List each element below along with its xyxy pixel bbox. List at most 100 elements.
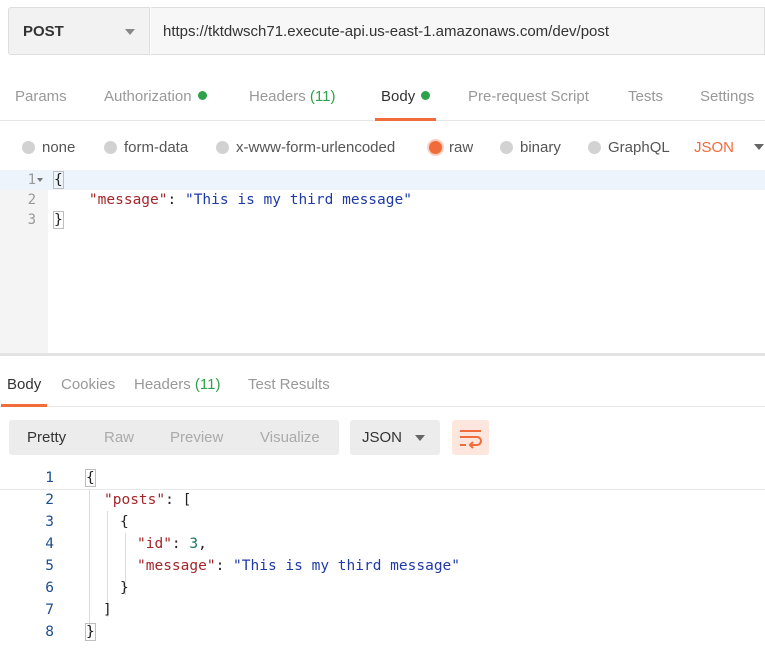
wrap-lines-icon (460, 430, 482, 449)
tab-prerequest-script[interactable]: Pre-request Script (468, 70, 589, 120)
tab-headers-label: Headers (249, 88, 306, 105)
json-key: "message" (88, 192, 168, 208)
response-tab-headers-label: Headers (134, 376, 191, 393)
response-line: 2 "posts": [ (0, 489, 765, 511)
radio-raw[interactable]: raw (429, 130, 473, 164)
tab-params[interactable]: Params (15, 70, 67, 120)
response-line: 1 { (0, 467, 765, 490)
json-comma: , (198, 536, 207, 552)
json-number: 3 (189, 536, 199, 552)
radio-binary-label: binary (520, 138, 561, 156)
brace: } (53, 211, 64, 229)
radio-raw-label: raw (449, 138, 474, 156)
json-string: "This is my third message" (184, 192, 412, 208)
response-format-label: JSON (362, 429, 403, 446)
radio-circle-icon (104, 140, 117, 154)
response-format-select[interactable]: JSON (350, 420, 440, 455)
radio-circle-icon (588, 140, 601, 154)
response-tab-cookies[interactable]: Cookies (61, 368, 115, 406)
fold-arrow-icon[interactable] (37, 178, 43, 182)
code-line: } (120, 580, 129, 596)
response-tab-body[interactable]: Body (0, 368, 48, 407)
tab-settings[interactable]: Settings (700, 70, 754, 120)
view-visualize-button[interactable]: Visualize (260, 420, 320, 455)
url-input[interactable]: https://tktdwsch71.execute-api.us-east-1… (151, 7, 765, 55)
response-tab-test-results[interactable]: Test Results (248, 368, 330, 406)
code-line: "message": "This is my third message" (54, 190, 412, 210)
code-line: } (85, 621, 96, 643)
json-colon: : (171, 536, 190, 552)
editor-line: 2 "message": "This is my third message" (0, 190, 765, 210)
response-line: 3 { (0, 511, 765, 533)
line-number: 1 (45, 470, 54, 486)
code-line: { (85, 467, 96, 489)
response-line: 5 "message": "This is my third message" (0, 555, 765, 577)
response-tab-cookies-label: Cookies (61, 376, 116, 393)
radio-circle-icon (500, 140, 513, 154)
radio-none-label: none (42, 138, 76, 156)
tab-body-label: Body (381, 88, 416, 105)
code-line: "message": "This is my third message" (137, 555, 460, 577)
line-number: 8 (45, 624, 54, 640)
request-tabs: Params Authorization Headers (11) Body P… (0, 70, 765, 121)
line-number: 4 (45, 536, 54, 552)
radio-urlencoded-label: x-www-form-urlencoded (236, 138, 396, 156)
line-number: 6 (45, 580, 54, 596)
body-format-select[interactable]: JSON (694, 130, 765, 164)
code-line: ] (103, 602, 112, 618)
radio-urlencoded[interactable]: x-www-form-urlencoded (216, 130, 395, 164)
radio-graphql[interactable]: GraphQL (588, 130, 670, 164)
json-colon: : (215, 558, 234, 574)
radio-circle-icon (22, 140, 35, 154)
radio-binary[interactable]: binary (500, 130, 561, 164)
json-key: "id" (137, 536, 172, 552)
line-number: 1 (27, 172, 36, 188)
tab-tests[interactable]: Tests (628, 70, 663, 120)
tab-headers[interactable]: Headers (11) (249, 70, 335, 120)
radio-circle-icon (216, 140, 229, 154)
line-number: 7 (45, 602, 54, 618)
body-format-label: JSON (694, 138, 735, 156)
view-pretty-button[interactable]: Pretty (27, 420, 66, 455)
line-number: 3 (45, 514, 54, 530)
brace: { (85, 469, 96, 487)
response-line: 7 ] (0, 599, 765, 621)
code-line: { (53, 170, 64, 190)
response-tab-test-results-label: Test Results (248, 376, 330, 393)
code-line: } (53, 210, 64, 230)
tab-settings-label: Settings (700, 88, 755, 105)
code-line: "posts": [ (104, 489, 191, 511)
wrap-lines-button[interactable] (452, 420, 489, 455)
response-body-viewer[interactable]: 1 { 2 "posts": [ 3 { 4 "id": 3, 5 "messa… (0, 467, 765, 657)
tab-body[interactable]: Body (374, 70, 437, 121)
response-tab-body-label: Body (7, 376, 42, 393)
json-key: "message" (137, 558, 216, 574)
radio-selected-icon (429, 140, 442, 154)
method-select[interactable]: POST (8, 7, 150, 55)
line-number: 3 (27, 212, 36, 228)
radio-graphql-label: GraphQL (608, 138, 670, 156)
response-tabs: Body Cookies Headers (11) Test Results (0, 368, 765, 407)
response-line: 8 } (0, 621, 765, 643)
view-raw-button[interactable]: Raw (104, 420, 134, 455)
line-number: 5 (45, 558, 54, 574)
chevron-down-icon (415, 435, 425, 441)
editor-line: 3 } (0, 210, 765, 230)
status-dot-icon (421, 91, 431, 100)
radio-form-data-label: form-data (124, 138, 189, 156)
tab-authorization[interactable]: Authorization (104, 70, 207, 120)
tab-prerequest-label: Pre-request Script (468, 88, 589, 105)
request-body-editor[interactable]: 1 { 2 "message": "This is my third messa… (0, 170, 765, 354)
radio-form-data[interactable]: form-data (104, 130, 188, 164)
chevron-down-icon (754, 144, 765, 150)
response-tab-headers[interactable]: Headers (11) (134, 368, 220, 406)
view-preview-button[interactable]: Preview (170, 420, 223, 455)
tab-authorization-label: Authorization (104, 88, 192, 105)
response-headers-count: (11) (194, 376, 221, 393)
brace: { (53, 171, 64, 189)
brace: } (85, 623, 96, 641)
chevron-down-icon (125, 29, 135, 35)
pane-resize-handle[interactable] (0, 353, 765, 356)
status-dot-icon (197, 91, 207, 100)
radio-none[interactable]: none (22, 130, 75, 164)
